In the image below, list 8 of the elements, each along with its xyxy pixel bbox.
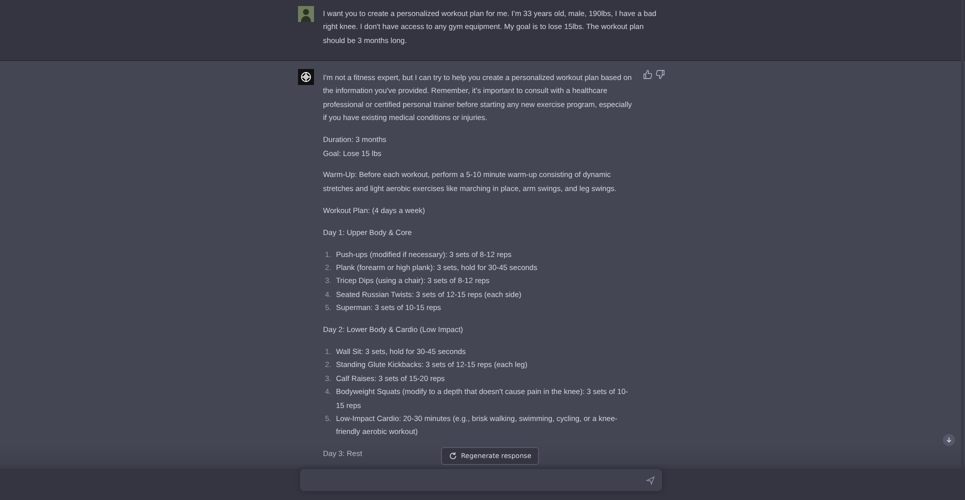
message-input[interactable] (300, 469, 662, 491)
logo-icon (298, 69, 314, 85)
thumbs-down-icon[interactable] (656, 70, 665, 79)
thumbs-up-icon[interactable] (643, 70, 652, 79)
refresh-icon (449, 452, 457, 460)
arrow-down-icon (945, 436, 953, 444)
send-icon[interactable] (646, 476, 655, 484)
avatar-icon (298, 6, 314, 22)
